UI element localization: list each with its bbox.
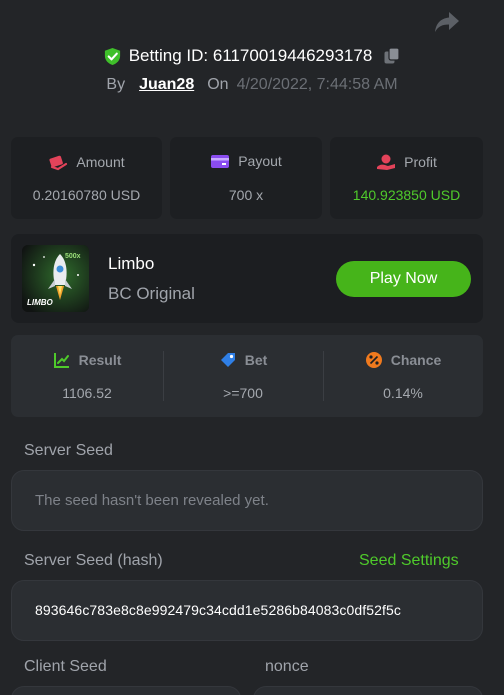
game-subtitle: BC Original bbox=[108, 284, 195, 303]
profit-label: Profit bbox=[404, 154, 437, 170]
payout-card: Payout 700 x bbox=[170, 137, 322, 219]
profit-icon bbox=[377, 154, 396, 170]
server-seed-placeholder: The seed hasn't been revealed yet. bbox=[35, 492, 269, 509]
betting-id: Betting ID: 61170019446293178 bbox=[128, 46, 373, 65]
amount-icon bbox=[49, 155, 68, 171]
client-seed-label: Client Seed bbox=[24, 658, 107, 675]
client-seed-field[interactable] bbox=[11, 686, 241, 695]
on-label: On bbox=[207, 76, 229, 93]
bet-header: Bet bbox=[163, 351, 323, 369]
share-icon[interactable] bbox=[433, 10, 461, 34]
bet-label: Bet bbox=[244, 352, 268, 368]
result-icon bbox=[53, 353, 69, 368]
result-value: 1106.52 bbox=[62, 385, 112, 401]
chance-label: Chance bbox=[390, 352, 442, 368]
result-header: Result bbox=[11, 351, 163, 369]
payout-header: Payout bbox=[170, 153, 322, 169]
copy-icon[interactable] bbox=[383, 47, 401, 65]
server-seed-hash-field[interactable]: 893646c783e8c8e992479c34cdd1e5286b84083c… bbox=[11, 580, 483, 641]
nonce-field[interactable] bbox=[253, 686, 483, 695]
amount-label: Amount bbox=[76, 154, 125, 170]
percent-icon bbox=[365, 352, 382, 368]
bet-meta-row: By Juan28 On 4/20/2022, 7:44:58 AM bbox=[0, 73, 504, 97]
bet-value: >=700 bbox=[223, 385, 263, 401]
profit-card: Profit 140.923850 USD bbox=[330, 137, 483, 219]
payout-value: 700 x bbox=[228, 187, 264, 203]
verified-shield-icon bbox=[104, 47, 120, 65]
chance-header: Chance bbox=[323, 351, 483, 369]
payout-label: Payout bbox=[238, 153, 282, 169]
profit-value: 140.923850 USD bbox=[352, 187, 461, 203]
amount-header: Amount bbox=[11, 153, 162, 171]
bet-column: Bet >=700 bbox=[163, 335, 323, 417]
game-name: Limbo bbox=[108, 254, 155, 273]
game-thumbnail[interactable]: 500x LIMBO bbox=[22, 245, 89, 312]
seed-settings-link[interactable]: Seed Settings bbox=[359, 552, 459, 570]
result-card: Result 1106.52 Bet >=700 Chance 0.14% bbox=[11, 335, 483, 417]
chance-value: 0.14% bbox=[383, 385, 423, 401]
bet-details-page: Betting ID: 61170019446293178 By Juan28 … bbox=[0, 0, 504, 695]
username-link[interactable]: Juan28 bbox=[139, 76, 194, 94]
server-seed-hash-label: Server Seed (hash) bbox=[24, 552, 163, 569]
chance-column: Chance 0.14% bbox=[323, 335, 483, 417]
play-now-button[interactable]: Play Now bbox=[336, 261, 471, 297]
profit-header: Profit bbox=[330, 153, 483, 171]
game-thumb-label: LIMBO bbox=[27, 298, 53, 307]
server-seed-hash-value: 893646c783e8c8e992479c34cdd1e5286b84083c… bbox=[35, 602, 402, 618]
game-card: 500x LIMBO Limbo BC Original Play Now bbox=[11, 234, 483, 323]
betting-id-row: Betting ID: 61170019446293178 bbox=[0, 43, 504, 69]
result-column: Result 1106.52 bbox=[11, 335, 163, 417]
result-label: Result bbox=[78, 352, 122, 368]
bet-icon bbox=[220, 353, 235, 367]
server-seed-label: Server Seed bbox=[24, 442, 113, 459]
amount-card: Amount 0.20160780 USD bbox=[11, 137, 162, 219]
game-thumb-badge: 500x bbox=[65, 253, 81, 260]
by-label: By bbox=[106, 76, 126, 93]
server-seed-field[interactable]: The seed hasn't been revealed yet. bbox=[11, 470, 483, 531]
bet-date: 4/20/2022, 7:44:58 AM bbox=[236, 76, 398, 93]
amount-value: 0.20160780 USD bbox=[32, 187, 141, 203]
payout-icon bbox=[211, 155, 230, 168]
nonce-label: nonce bbox=[265, 658, 309, 675]
